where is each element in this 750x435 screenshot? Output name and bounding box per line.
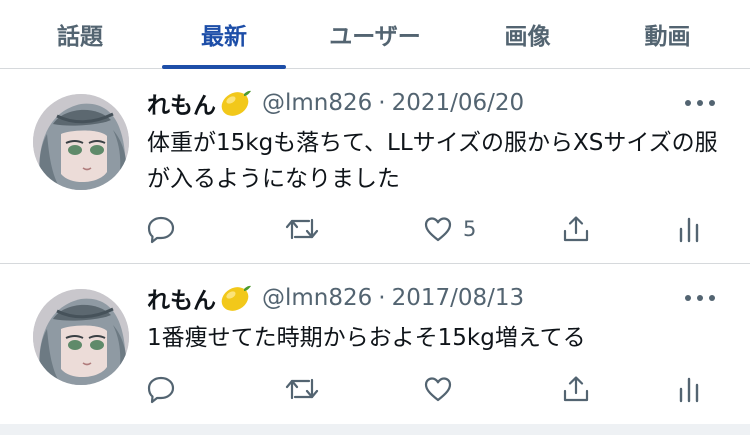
tab-label: 動画 — [644, 24, 691, 50]
share-icon — [563, 216, 589, 242]
more-icon[interactable] — [680, 286, 720, 310]
search-tabs: 話題 最新 ユーザー 画像 動画 — [0, 0, 750, 69]
tweet[interactable]: れもん @lmn826 · 2017/08/13 1番痩せてた時期からおよそ15… — [0, 264, 750, 424]
retweet-button[interactable] — [285, 369, 319, 409]
timeline-divider — [0, 424, 750, 435]
like-button[interactable] — [423, 369, 453, 409]
tab-users[interactable]: ユーザー — [310, 0, 440, 68]
tab-label: ユーザー — [329, 24, 421, 50]
analytics-icon — [679, 377, 699, 403]
reply-button[interactable] — [146, 209, 176, 249]
display-name[interactable]: れもん — [147, 281, 216, 315]
share-button[interactable] — [561, 369, 591, 409]
reply-icon — [147, 216, 175, 244]
like-count: 5 — [463, 217, 477, 241]
analytics-button[interactable] — [674, 209, 704, 249]
like-button[interactable]: 5 — [423, 209, 476, 249]
tab-label: 画像 — [504, 24, 551, 50]
tab-videos[interactable]: 動画 — [625, 0, 710, 68]
tweet-actions — [0, 369, 750, 409]
tab-latest[interactable]: 最新 — [162, 0, 286, 69]
like-icon — [424, 217, 452, 242]
display-name[interactable]: れもん — [147, 86, 216, 120]
share-button[interactable] — [561, 209, 591, 249]
reply-icon — [147, 376, 175, 404]
tweet-header: れもん @lmn826 · 2017/08/13 — [147, 280, 524, 316]
tweet[interactable]: れもん @lmn826 · 2021/06/20 体重が15kgも落ちて、LLサ… — [0, 69, 750, 264]
tab-label: 最新 — [201, 24, 247, 50]
share-icon — [563, 376, 589, 402]
lemon-emoji-icon — [218, 283, 252, 313]
separator: · — [378, 90, 386, 116]
tweet-text: 1番痩せてた時期からおよそ15kg増えてる — [147, 325, 586, 351]
retweet-icon — [285, 218, 319, 240]
tab-label: 話題 — [57, 24, 103, 50]
tweet-date[interactable]: 2021/06/20 — [392, 90, 525, 116]
avatar[interactable] — [33, 94, 129, 190]
analytics-button[interactable] — [674, 369, 704, 409]
user-handle[interactable]: @lmn826 — [262, 285, 372, 311]
like-icon — [424, 377, 452, 402]
tweet-actions: 5 — [0, 209, 750, 249]
tweet-header: れもん @lmn826 · 2021/06/20 — [147, 85, 524, 121]
analytics-icon — [679, 217, 699, 243]
lemon-emoji-icon — [218, 88, 252, 118]
tab-images[interactable]: 画像 — [485, 0, 570, 68]
tweet-text: 体重が15kgも落ちて、LLサイズの服からXSサイズの服が入るようになりました — [147, 130, 718, 192]
retweet-icon — [285, 378, 319, 400]
tweet-date[interactable]: 2017/08/13 — [392, 285, 525, 311]
reply-button[interactable] — [146, 369, 176, 409]
tab-trending[interactable]: 話題 — [40, 0, 120, 68]
user-handle[interactable]: @lmn826 — [262, 90, 372, 116]
more-icon[interactable] — [680, 91, 720, 115]
separator: · — [378, 285, 386, 311]
retweet-button[interactable] — [285, 209, 319, 249]
